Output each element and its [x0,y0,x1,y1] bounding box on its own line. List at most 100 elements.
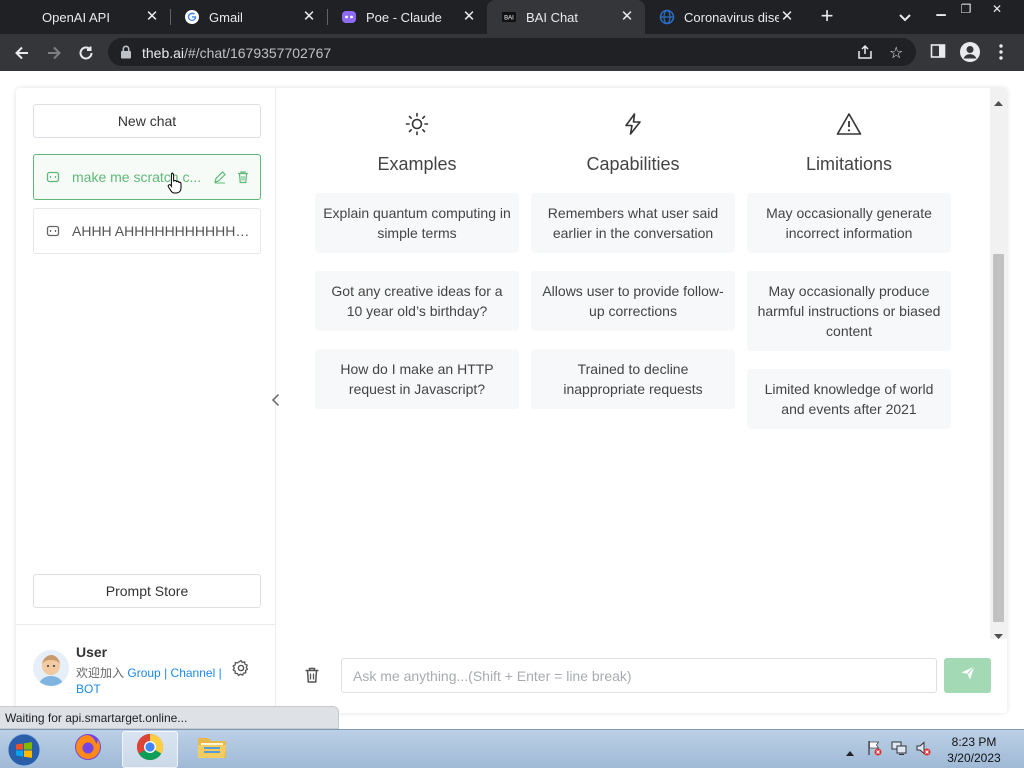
scroll-up-arrow-icon[interactable] [994,93,1003,111]
new-tab-button[interactable]: + [815,5,839,29]
edit-pencil-icon[interactable] [213,170,227,184]
avatar [33,650,69,686]
user-name: User [76,644,108,660]
globe-icon [659,9,675,25]
google-icon [184,9,200,25]
example-prompt[interactable]: Explain quantum computing in simple term… [315,193,519,253]
send-button[interactable] [944,658,991,693]
chat-bubble-icon [46,170,60,184]
tab-label: BAI Chat [526,9,579,25]
web-page: New chat make me scratch c... AHHH AHHHH… [0,71,1024,729]
column-title: Limitations [805,154,893,174]
prompt-store-button[interactable]: Prompt Store [33,574,261,608]
sun-icon [403,110,431,138]
browser-menu-icon[interactable] [997,43,1005,66]
scrollbar[interactable] [990,88,1007,639]
link-separator: | [164,666,168,680]
svg-text:BAI: BAI [504,16,514,22]
back-arrow-icon[interactable] [10,41,34,65]
chat-list-item[interactable]: make me scratch c... [33,154,261,200]
capability-item: Remembers what user said earlier in the … [531,193,735,253]
close-icon[interactable]: ✕ [779,9,795,25]
settings-gear-icon[interactable] [232,659,250,682]
main-panel: Examples Explain quantum computing in si… [277,88,1007,713]
folder-icon [196,733,228,766]
link-separator: | [218,666,222,680]
user-panel: User 欢迎加入 Group | Channel | BOT [16,624,276,713]
tab-gmail[interactable]: Gmail ✕ [170,0,327,34]
system-clock[interactable]: 8:23 PM 3/20/2023 [938,734,1010,766]
restore-window-button[interactable]: ❐ [955,2,977,16]
clock-time: 8:23 PM [951,735,997,749]
example-prompt[interactable]: Got any creative ideas for a 10 year old… [315,271,519,331]
forward-arrow-icon[interactable] [42,41,66,65]
profile-avatar-icon[interactable] [959,41,981,68]
bot-link[interactable]: BOT [76,682,101,696]
bai-icon: BAI [501,9,517,25]
firefox-icon [73,732,103,767]
capability-item: Trained to decline inappropriate request… [531,349,735,409]
clock-date: 3/20/2023 [947,751,1001,765]
bookmark-star-icon[interactable]: ☆ [889,43,903,63]
example-prompt[interactable]: How do I make an HTTP request in Javascr… [315,349,519,409]
chat-bubble-icon [46,224,60,238]
tab-poe-claude[interactable]: Poe - Claude ✕ [327,0,487,34]
poe-icon [341,9,357,25]
chrome-icon [135,732,165,767]
tab-label: Gmail [209,9,243,25]
minimize-window-button[interactable]: ▁ [930,2,952,16]
mouse-pointer-icon [167,172,183,199]
chat-app: New chat make me scratch c... AHHH AHHHH… [16,88,1007,713]
scrollbar-thumb[interactable] [993,254,1004,622]
share-icon[interactable] [857,44,873,65]
close-icon[interactable]: ✕ [619,9,635,25]
column-title: Capabilities [586,154,680,174]
taskbar-file-explorer[interactable] [184,731,240,768]
close-window-button[interactable]: ✕ [986,2,1008,16]
browser-status-text: Waiting for api.smartarget.online... [0,706,339,729]
side-panel-icon[interactable] [930,43,946,64]
close-icon[interactable]: ✕ [301,9,317,25]
sidebar: New chat make me scratch c... AHHH AHHHH… [16,88,276,713]
volume-muted-icon[interactable] [915,740,931,761]
close-icon[interactable]: ✕ [144,9,160,25]
scroll-down-arrow-icon[interactable] [994,627,1003,645]
url-text: theb.ai/#/chat/1679357702767 [142,45,332,61]
limitation-item: May occasionally generate incorrect info… [747,193,951,253]
show-hidden-icons-arrow-icon[interactable] [845,744,855,762]
network-icon[interactable] [891,740,907,761]
chat-title: make me scratch c... [72,169,202,185]
tab-label: OpenAI API [42,9,110,25]
tab-label: Coronavirus disea [684,9,779,25]
browser-toolbar: theb.ai/#/chat/1679357702767 ☆ [0,34,1024,71]
start-button[interactable] [4,731,44,768]
group-link[interactable]: Group [127,666,160,680]
delete-trash-icon[interactable] [236,170,250,184]
taskbar-firefox[interactable] [60,731,116,768]
chat-list-item[interactable]: AHHH AHHHHHHHHHHHH... [33,208,261,254]
tab-openai-api[interactable]: OpenAI API ✕ [28,0,170,34]
tab-search-chevron-icon[interactable] [896,8,914,26]
address-bar[interactable]: theb.ai/#/chat/1679357702767 ☆ [108,38,916,66]
community-links: 欢迎加入 Group | Channel | BOT [76,666,222,696]
close-icon[interactable]: ✕ [461,9,477,25]
new-chat-button[interactable]: New chat [33,104,261,138]
reload-icon[interactable] [74,41,98,65]
tab-coronavirus[interactable]: Coronavirus disea ✕ [645,0,805,34]
channel-link[interactable]: Channel [171,666,216,680]
taskbar-chrome[interactable] [122,731,178,768]
action-center-flag-icon[interactable] [866,740,882,761]
limitation-item: May occasionally produce harmful instruc… [747,271,951,351]
clear-chat-trash-icon[interactable] [303,666,321,689]
limitation-item: Limited knowledge of world and events af… [747,369,951,429]
tab-bai-chat[interactable]: BAI BAI Chat ✕ [487,0,645,34]
browser-tab-strip: OpenAI API ✕ Gmail ✕ Poe - Claude ✕ BAI … [0,0,1024,34]
lock-icon[interactable] [120,45,132,64]
tab-label: Poe - Claude [366,9,442,25]
chat-title: AHHH AHHHHHHHHHHHH... [72,223,250,239]
warning-icon [835,110,863,138]
bolt-icon [619,110,647,138]
message-input[interactable] [341,658,937,693]
windows-taskbar: 8:23 PM 3/20/2023 [0,729,1024,768]
column-title: Examples [377,154,457,174]
